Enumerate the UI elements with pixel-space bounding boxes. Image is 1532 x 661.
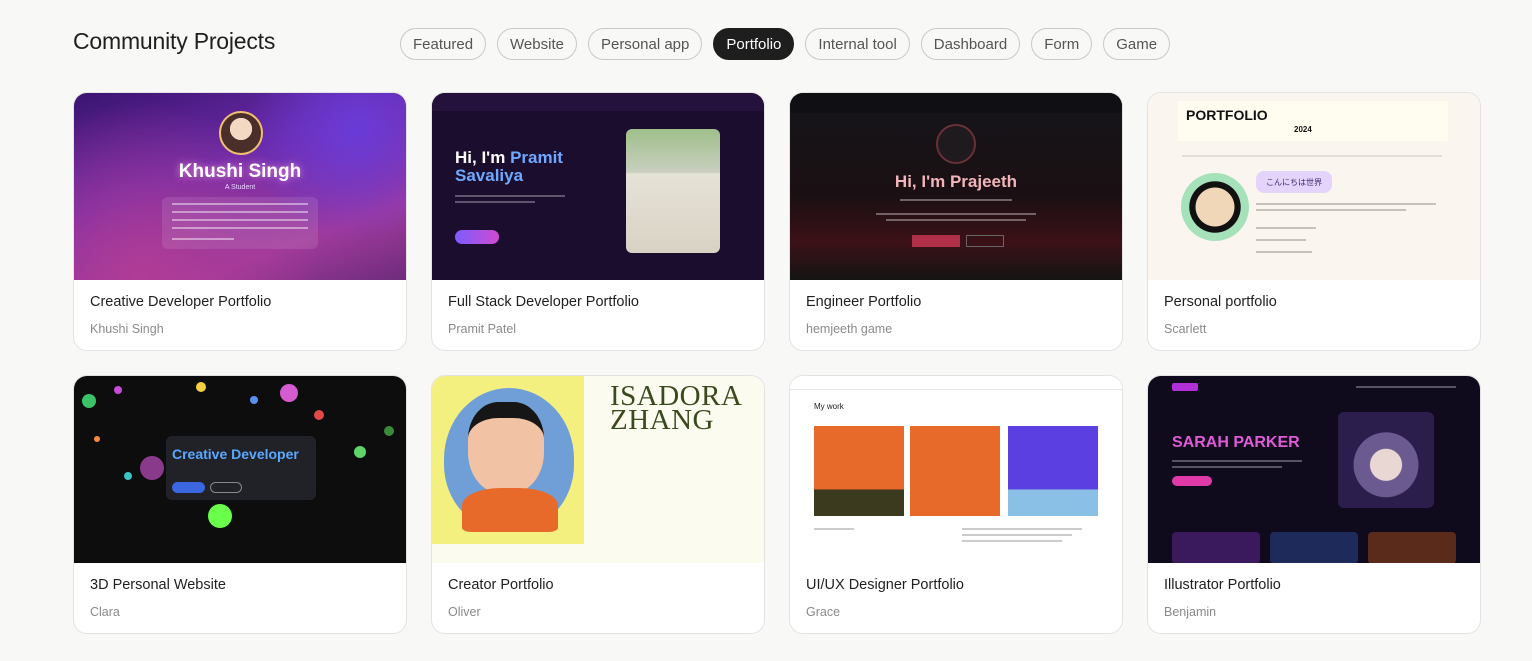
project-card[interactable]: Creative Developer 3D Personal Website C…	[73, 375, 407, 634]
brain-icon	[936, 124, 976, 164]
preview-heading: Creative Developer	[172, 446, 299, 462]
filter-chip-website[interactable]: Website	[497, 28, 577, 60]
preview-nav	[790, 376, 1122, 390]
filter-chip-featured[interactable]: Featured	[400, 28, 487, 60]
project-thumbnail: PORTFOLIO 2024 こんにちは世界	[1148, 93, 1480, 280]
preview-greeting: Hi, I'm Prajeeth	[894, 172, 1018, 191]
project-author: Oliver	[448, 605, 481, 619]
project-author: Clara	[90, 605, 120, 619]
preview-photo	[626, 129, 720, 253]
preview-button	[210, 482, 242, 493]
preview-button	[172, 482, 205, 493]
project-author: Scarlett	[1164, 322, 1207, 336]
preview-heading: SARAH PARKER	[1172, 434, 1300, 451]
project-title: 3D Personal Website	[90, 577, 226, 593]
project-thumbnail: Hi, I'm Prajeeth	[790, 93, 1122, 280]
preview-greeting: Hi, I'm Pramit Savaliya	[455, 148, 563, 185]
project-title: Full Stack Developer Portfolio	[448, 294, 639, 310]
preview-hello-badge: こんにちは世界	[1256, 171, 1332, 193]
preview-nav	[790, 93, 1122, 113]
page-title: Community Projects	[73, 28, 276, 54]
preview-about-box	[162, 197, 318, 249]
project-card[interactable]: Khushi Singh A Student Creative Develope…	[73, 92, 407, 351]
preview-cta-button	[455, 230, 499, 244]
project-author: hemjeeth game	[806, 322, 893, 336]
avatar	[219, 111, 263, 155]
project-card[interactable]: Hi, I'm Pramit Savaliya Full Stack Develo…	[431, 92, 765, 351]
filter-chip-game[interactable]: Game	[1103, 28, 1171, 60]
preview-artwork	[1338, 412, 1434, 508]
project-author: Benjamin	[1164, 605, 1217, 619]
project-title: Personal portfolio	[1164, 294, 1277, 310]
preview-download-button	[912, 235, 960, 247]
preview-name: Khushi Singh	[178, 161, 302, 182]
project-card[interactable]: SARAH PARKER Illustrator Portfolio Benja…	[1147, 375, 1481, 634]
preview-heading: PORTFOLIO	[1186, 107, 1268, 123]
project-author: Khushi Singh	[90, 322, 164, 336]
project-card[interactable]: My work UI/UX Designer Portfolio Grace	[789, 375, 1123, 634]
filter-chip-personal-app[interactable]: Personal app	[587, 28, 703, 60]
preview-cta-button	[1172, 476, 1212, 486]
avatar	[1181, 173, 1249, 241]
preview-heading: My work	[814, 402, 844, 411]
project-card[interactable]: ISADORA ZHANG Creator Portfolio Oliver	[431, 375, 765, 634]
preview-logo	[1172, 383, 1198, 391]
preview-heading: ISADORA ZHANG	[610, 380, 743, 436]
project-thumbnail: My work	[790, 376, 1122, 563]
project-card[interactable]: PORTFOLIO 2024 こんにちは世界 Personal portfoli…	[1147, 92, 1481, 351]
project-thumbnail: Hi, I'm Pramit Savaliya	[432, 93, 764, 280]
project-title: Illustrator Portfolio	[1164, 577, 1281, 593]
project-title: Creative Developer Portfolio	[90, 294, 272, 310]
preview-contact-button	[966, 235, 1004, 247]
preview-nav	[432, 93, 764, 111]
project-thumbnail: Creative Developer	[74, 376, 406, 563]
project-grid: Khushi Singh A Student Creative Develope…	[73, 92, 1481, 634]
preview-year: 2024	[1294, 125, 1312, 134]
filter-chip-portfolio[interactable]: Portfolio	[713, 28, 795, 60]
project-title: Creator Portfolio	[448, 577, 554, 593]
filter-chip-form[interactable]: Form	[1031, 28, 1093, 60]
portrait	[468, 402, 544, 494]
preview-subtitle: A Student	[224, 184, 256, 191]
filter-chip-dashboard[interactable]: Dashboard	[920, 28, 1021, 60]
filter-chip-internal-tool[interactable]: Internal tool	[805, 28, 910, 60]
project-title: Engineer Portfolio	[806, 294, 922, 310]
project-author: Pramit Patel	[448, 322, 517, 336]
project-thumbnail: SARAH PARKER	[1148, 376, 1480, 563]
project-card[interactable]: Hi, I'm Prajeeth Engineer Portfolio hemj…	[789, 92, 1123, 351]
category-filters: Featured Website Personal app Portfolio …	[400, 28, 1171, 60]
project-author: Grace	[806, 605, 841, 619]
project-thumbnail: ISADORA ZHANG	[432, 376, 764, 563]
project-title: UI/UX Designer Portfolio	[806, 577, 964, 593]
project-thumbnail: Khushi Singh A Student	[74, 93, 406, 280]
